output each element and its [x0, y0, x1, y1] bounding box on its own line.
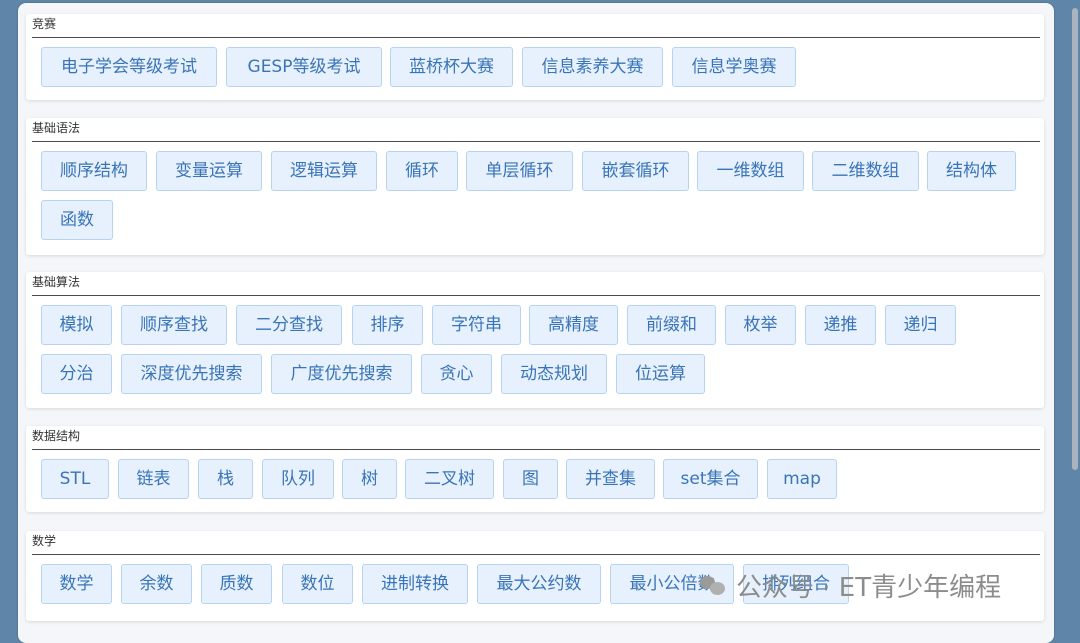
section-divider	[32, 295, 1040, 296]
section-divider	[32, 141, 1040, 142]
section-divider	[32, 37, 1040, 38]
chip-high-precision[interactable]: 高精度	[529, 305, 618, 345]
chip-informatics-olympiad[interactable]: 信息学奥赛	[672, 47, 796, 87]
section-basic-algorithms: 基础算法 模拟 顺序查找 二分查找 排序 字符串 高精度 前缀和 枚举 递推 递…	[26, 272, 1044, 408]
chip-greedy[interactable]: 贪心	[421, 354, 492, 394]
chip-digits[interactable]: 数位	[282, 564, 353, 604]
section-competition: 竞赛 电子学会等级考试 GESP等级考试 蓝桥杯大赛 信息素养大赛 信息学奥赛	[26, 14, 1044, 100]
chip-gcd[interactable]: 最大公约数	[477, 564, 601, 604]
scrollbar-thumb[interactable]	[1072, 8, 1078, 470]
chip-stl[interactable]: STL	[41, 459, 109, 499]
chip-sorting[interactable]: 排序	[352, 305, 423, 345]
chip-union-find[interactable]: 并查集	[566, 459, 655, 499]
chip-sequential-structure[interactable]: 顺序结构	[41, 151, 147, 191]
chip-queue[interactable]: 队列	[262, 459, 334, 499]
section-divider	[32, 554, 1040, 555]
chip-1d-array[interactable]: 一维数组	[697, 151, 804, 191]
chip-struct[interactable]: 结构体	[927, 151, 1016, 191]
chip-bit-operations[interactable]: 位运算	[616, 354, 705, 394]
chip-dynamic-programming[interactable]: 动态规划	[501, 354, 607, 394]
section-divider	[32, 449, 1040, 450]
chip-gesp-exam[interactable]: GESP等级考试	[226, 47, 382, 87]
chip-prefix-sum[interactable]: 前缀和	[627, 305, 716, 345]
section-title: 数学	[32, 534, 57, 548]
watermark-text: 公众号 · ET青少年编程	[736, 572, 1002, 603]
chip-simulation[interactable]: 模拟	[41, 305, 112, 345]
chip-recurrence[interactable]: 递推	[805, 305, 876, 345]
chip-enumeration[interactable]: 枚举	[725, 305, 796, 345]
chip-2d-array[interactable]: 二维数组	[812, 151, 919, 191]
chip-graph[interactable]: 图	[503, 459, 558, 499]
chip-info-literacy[interactable]: 信息素养大赛	[522, 47, 663, 87]
wechat-logo-icon	[700, 574, 726, 596]
chip-string[interactable]: 字符串	[432, 305, 521, 345]
watermark: 公众号 · ET青少年编程	[700, 567, 1001, 603]
chip-binary-search[interactable]: 二分查找	[236, 305, 342, 345]
chip-prime[interactable]: 质数	[201, 564, 272, 604]
section-title: 基础语法	[32, 121, 81, 135]
chip-variable-operations[interactable]: 变量运算	[156, 151, 262, 191]
chip-math[interactable]: 数学	[41, 564, 112, 604]
chip-bfs[interactable]: 广度优先搜索	[271, 354, 412, 394]
chip-remainder[interactable]: 余数	[121, 564, 192, 604]
chip-single-loop[interactable]: 单层循环	[466, 151, 573, 191]
chip-base-conversion[interactable]: 进制转换	[362, 564, 468, 604]
main-panel: 竞赛 电子学会等级考试 GESP等级考试 蓝桥杯大赛 信息素养大赛 信息学奥赛 …	[18, 3, 1054, 643]
section-title: 基础算法	[32, 275, 81, 289]
chip-stack[interactable]: 栈	[198, 459, 253, 499]
chip-dfs[interactable]: 深度优先搜索	[121, 354, 262, 394]
chip-loop[interactable]: 循环	[386, 151, 458, 191]
chip-set[interactable]: set集合	[663, 459, 758, 499]
chip-binary-tree[interactable]: 二叉树	[405, 459, 494, 499]
section-data-structures: 数据结构 STL 链表 栈 队列 树 二叉树 图 并查集 set集合 map	[26, 426, 1044, 512]
section-title: 数据结构	[32, 429, 81, 443]
section-basic-syntax: 基础语法 顺序结构 变量运算 逻辑运算 循环 单层循环 嵌套循环 一维数组 二维…	[26, 118, 1044, 255]
chip-logic-operations[interactable]: 逻辑运算	[271, 151, 377, 191]
chip-function[interactable]: 函数	[41, 200, 113, 240]
scrollbar[interactable]	[1070, 0, 1080, 629]
chip-divide-conquer[interactable]: 分治	[41, 354, 112, 394]
chip-lanqiao-cup[interactable]: 蓝桥杯大赛	[390, 47, 513, 87]
chip-sequential-search[interactable]: 顺序查找	[121, 305, 227, 345]
chip-electronics-society-exam[interactable]: 电子学会等级考试	[41, 47, 217, 87]
chip-nested-loop[interactable]: 嵌套循环	[582, 151, 689, 191]
chip-linked-list[interactable]: 链表	[118, 459, 189, 499]
chip-map[interactable]: map	[767, 459, 837, 499]
chip-recursion[interactable]: 递归	[885, 305, 956, 345]
section-title: 竞赛	[32, 17, 57, 31]
chip-tree[interactable]: 树	[342, 459, 397, 499]
